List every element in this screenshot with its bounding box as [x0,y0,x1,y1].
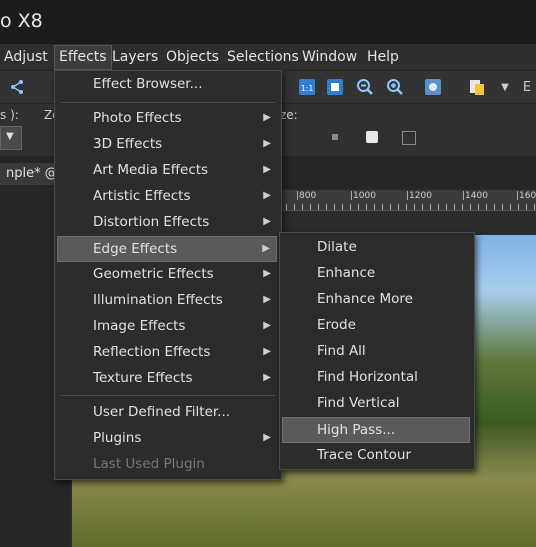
submenu-arrow-icon: ▶ [263,190,271,201]
menu-item-label: Trace Contour [317,447,412,463]
menu-bar: Adjust Effects Layers Objects Selections… [0,44,536,71]
submenu-arrow-icon: ▶ [263,268,271,279]
menu-item-art-media-effects[interactable]: Art Media Effects ▶ [57,158,277,182]
ruler-tick-label: |1600 [516,191,536,201]
menu-item-label: Art Media Effects [93,162,209,178]
menu-item-label: Find All [317,343,366,359]
actual-size-icon[interactable]: 1:1 [296,77,318,97]
fit-window-icon[interactable] [324,77,346,97]
menu-item-label: Photo Effects [93,110,182,126]
overview-icon[interactable] [422,77,444,97]
menu-item-label: Find Vertical [317,395,400,411]
submenu-arrow-icon: ▶ [263,320,271,331]
submenu-item-find-all[interactable]: Find All [282,339,470,363]
toolbar-overflow-e[interactable]: E [516,77,536,97]
menu-item-label: Plugins [93,430,142,446]
menu-item-texture-effects[interactable]: Texture Effects ▶ [57,366,277,390]
menu-item-label: Enhance [317,265,376,281]
ruler-tick-label: |1400 [462,191,488,201]
submenu-arrow-icon: ▶ [263,216,271,227]
menu-item-label: 3D Effects [93,136,163,152]
submenu-item-find-horizontal[interactable]: Find Horizontal [282,365,470,389]
menu-item-label: Last Used Plugin [93,456,205,472]
menu-item-reflection-effects[interactable]: Reflection Effects ▶ [57,340,277,364]
menu-separator [61,395,275,396]
menu-item-user-defined-filter[interactable]: User Defined Filter... [57,400,277,424]
submenu-item-enhance[interactable]: Enhance [282,261,470,285]
ruler-tick-label: |1200 [406,191,432,201]
menu-separator [61,102,275,103]
menu-item-label: Effect Browser... [93,76,203,92]
submenu-arrow-icon: ▶ [263,138,271,149]
submenu-arrow-icon: ▶ [262,243,270,254]
effects-menu: Effect Browser... Photo Effects ▶ 3D Eff… [54,70,282,480]
menu-item-photo-effects[interactable]: Photo Effects ▶ [57,106,277,130]
submenu-arrow-icon: ▶ [263,432,271,443]
ruler-ticks [278,204,536,210]
submenu-item-erode[interactable]: Erode [282,313,470,337]
submenu-item-find-vertical[interactable]: Find Vertical [282,391,470,415]
menu-layers[interactable]: Layers [112,49,158,65]
ruler-tick-label: |800 [296,191,317,201]
chevron-down-icon[interactable]: ▼ [494,77,516,97]
menu-item-label: Enhance More [317,291,413,307]
shape-small-icon[interactable] [332,134,338,140]
shape-large-icon[interactable] [402,131,416,145]
ruler-tick-label: |1000 [350,191,376,201]
menu-effects[interactable]: Effects [54,45,112,70]
document-tab-label: nple* @ [6,166,58,181]
shape-medium-icon[interactable] [366,131,378,143]
submenu-item-high-pass[interactable]: High Pass... [282,417,470,443]
window-title: o X8 [0,10,43,32]
submenu-arrow-icon: ▶ [263,164,271,175]
menu-item-label: Reflection Effects [93,344,211,360]
menu-item-3d-effects[interactable]: 3D Effects ▶ [57,132,277,156]
menu-item-effect-browser[interactable]: Effect Browser... [57,72,277,96]
horizontal-ruler: |800 |1000 |1200 |1400 |1600 [278,190,536,211]
menu-item-artistic-effects[interactable]: Artistic Effects ▶ [57,184,277,208]
menu-item-edge-effects[interactable]: Edge Effects ▶ [57,236,277,262]
chevron-down-icon: ▼ [6,131,14,142]
menu-adjust[interactable]: Adjust [4,49,48,65]
menu-item-label: Texture Effects [93,370,193,386]
menu-item-label: Erode [317,317,356,333]
menu-item-label: Dilate [317,239,357,255]
menu-objects[interactable]: Objects [166,49,219,65]
svg-text:1:1: 1:1 [301,84,314,93]
menu-item-label: Edge Effects [93,241,178,257]
zoom-in-icon[interactable] [384,77,406,97]
menu-selections[interactable]: Selections [227,49,299,65]
menu-item-label: Illumination Effects [93,292,223,308]
menu-item-label: Artistic Effects [93,188,191,204]
menu-item-label: Geometric Effects [93,266,214,282]
title-bar: o X8 [0,0,536,44]
zoom-out-icon[interactable] [354,77,376,97]
size-label: ze: [280,108,298,122]
submenu-arrow-icon: ▶ [263,372,271,383]
submenu-arrow-icon: ▶ [263,294,271,305]
menu-item-last-used-plugin: Last Used Plugin [57,452,277,476]
menu-item-label: User Defined Filter... [93,404,231,420]
menu-item-distortion-effects[interactable]: Distortion Effects ▶ [57,210,277,234]
mode-dropdown[interactable]: ▼ [0,126,22,150]
menu-item-label: Distortion Effects [93,214,210,230]
menu-item-plugins[interactable]: Plugins ▶ [57,426,277,450]
paste-icon[interactable] [466,77,488,97]
submenu-item-enhance-more[interactable]: Enhance More [282,287,470,311]
menu-item-illumination-effects[interactable]: Illumination Effects ▶ [57,288,277,312]
menu-item-label: Image Effects [93,318,186,334]
option-label: s ): [0,108,19,122]
menu-item-image-effects[interactable]: Image Effects ▶ [57,314,277,338]
share-icon[interactable] [6,77,28,97]
menu-window[interactable]: Window [302,49,357,65]
submenu-item-dilate[interactable]: Dilate [282,235,470,259]
menu-item-label: High Pass... [317,422,396,438]
menu-item-geometric-effects[interactable]: Geometric Effects ▶ [57,262,277,286]
submenu-arrow-icon: ▶ [263,112,271,123]
submenu-item-trace-contour[interactable]: Trace Contour [282,443,470,467]
submenu-arrow-icon: ▶ [263,346,271,357]
edge-effects-submenu: Dilate Enhance Enhance More Erode Find A… [279,232,475,470]
menu-item-label: Find Horizontal [317,369,418,385]
menu-help[interactable]: Help [367,49,399,65]
